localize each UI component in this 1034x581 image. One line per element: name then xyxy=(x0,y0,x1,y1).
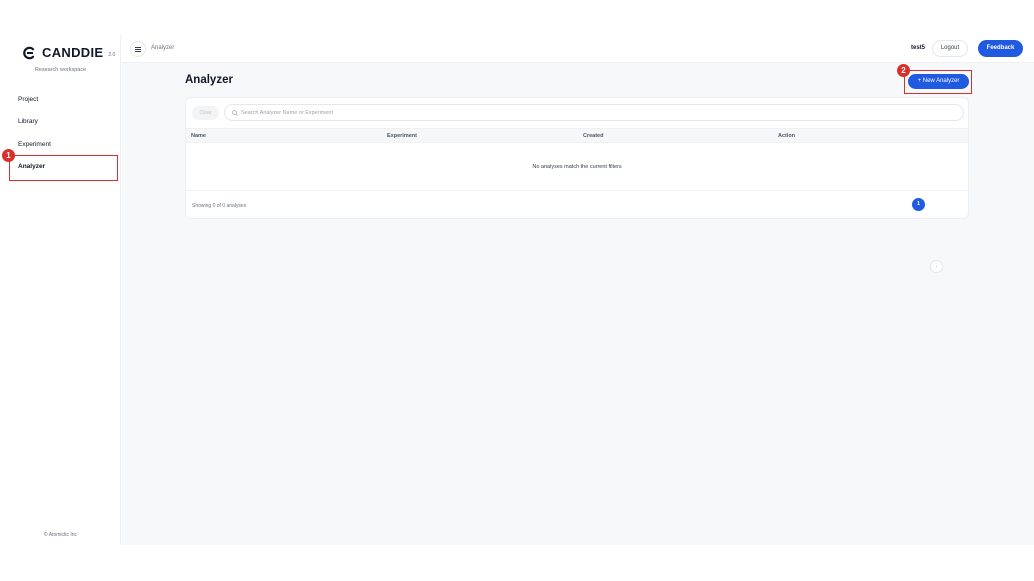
search-box[interactable] xyxy=(224,104,964,121)
column-header-created[interactable]: Created xyxy=(583,133,603,139)
sidebar: CANDDIE 2.0 Research workspace Project L… xyxy=(0,35,121,545)
page-1-button[interactable]: 1 xyxy=(912,198,925,211)
annotation-box-2 xyxy=(904,70,972,94)
filter-row: Clear xyxy=(192,104,964,122)
search-icon xyxy=(232,110,238,116)
app-frame: CANDDIE 2.0 Research workspace Project L… xyxy=(0,35,1034,545)
pagination: ‹ 1 › xyxy=(912,198,943,273)
page-title: Analyzer xyxy=(185,74,233,86)
main-content: Analyzer test5 Logout Feedback Analyzer … xyxy=(122,35,1034,545)
top-bar: Analyzer test5 Logout Feedback xyxy=(122,35,1034,63)
column-header-action: Action xyxy=(778,133,796,139)
copyright: © Atomictic Inc xyxy=(43,532,78,538)
analyzer-table-card: Clear Name Experiment Created Action No … xyxy=(185,97,969,273)
annotation-box-1 xyxy=(9,155,118,181)
canddie-logo-icon xyxy=(23,46,35,59)
workspace-subtitle: Research workspace xyxy=(34,67,87,73)
column-header-name[interactable]: Name xyxy=(191,133,206,139)
breadcrumb: Analyzer xyxy=(151,45,175,51)
annotation-badge-1: 1 xyxy=(2,149,15,162)
next-page-button[interactable]: › xyxy=(930,260,943,273)
logout-button[interactable]: Logout xyxy=(932,40,968,57)
search-input[interactable] xyxy=(241,108,941,118)
column-header-experiment[interactable]: Experiment xyxy=(387,133,417,139)
sidebar-item-project[interactable]: Project xyxy=(18,96,51,119)
brand-version: 2.0 xyxy=(108,51,116,58)
username: test5 xyxy=(911,45,926,51)
sidebar-item-library[interactable]: Library xyxy=(18,119,51,141)
brand[interactable]: CANDDIE 2.0 xyxy=(22,45,115,60)
table-divider xyxy=(186,190,968,191)
brand-name: CANDDIE xyxy=(42,45,104,60)
hamburger-icon xyxy=(135,46,141,52)
annotation-badge-2: 2 xyxy=(897,64,910,77)
empty-state-message: No analyses match the current filters xyxy=(532,164,622,170)
clear-button[interactable]: Clear xyxy=(192,106,219,120)
menu-toggle-button[interactable] xyxy=(130,41,146,57)
feedback-button[interactable]: Feedback xyxy=(978,40,1023,57)
results-count: Showing 0 of 0 analyses xyxy=(192,203,247,209)
table-header: Name Experiment Created Action xyxy=(186,128,968,143)
